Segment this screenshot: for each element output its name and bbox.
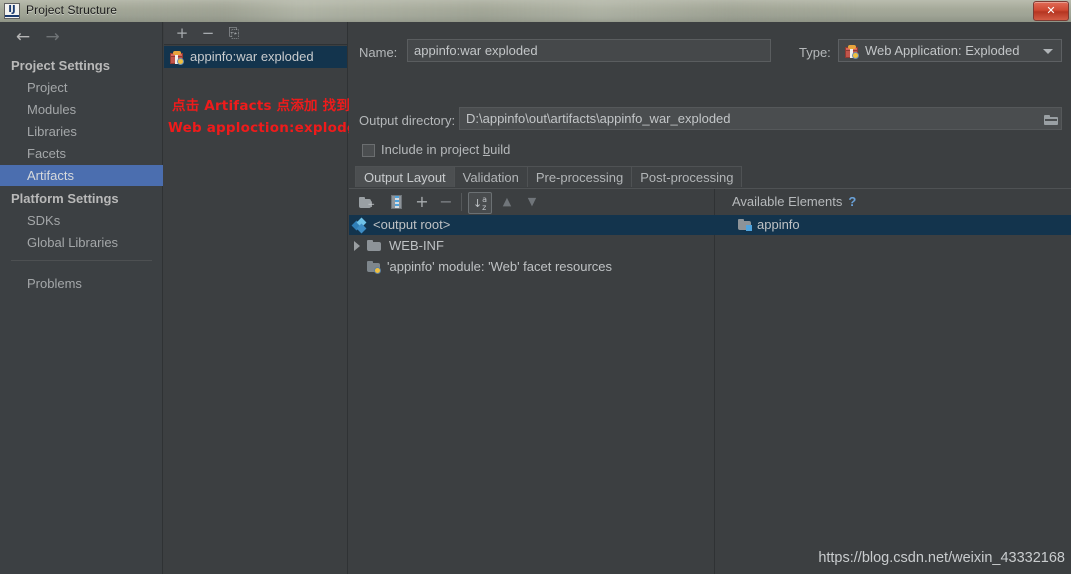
tab-pre-processing[interactable]: Pre-processing	[526, 166, 633, 187]
help-icon[interactable]: ?	[848, 194, 856, 209]
annotation-step-1: 点击 Artifacts 点添加 找到	[172, 98, 351, 114]
output-layout-toolbar: + + − ↓a z ▲ ▼ Available Elements?	[349, 189, 1071, 215]
artifact-list-item[interactable]: appinfo:war exploded	[164, 46, 347, 68]
artifact-type-value: Web Application: Exploded	[865, 43, 1020, 58]
tree-row-module-facet-resources[interactable]: 'appinfo' module: 'Web' facet resources	[349, 257, 612, 277]
sidebar-item-global-libraries[interactable]: Global Libraries	[0, 232, 163, 253]
available-element-row-appinfo[interactable]: appinfo	[715, 215, 1071, 235]
window-body: ← → Project Settings Project Modules Lib…	[0, 22, 1071, 574]
sidebar-divider	[11, 260, 152, 261]
tree-row-label: <output root>	[373, 217, 451, 232]
module-icon	[738, 219, 753, 232]
type-label: Type:	[799, 45, 831, 60]
output-directory-label: Output directory:	[359, 113, 456, 128]
sidebar-item-artifacts[interactable]: Artifacts	[0, 165, 163, 186]
available-elements-title: Available Elements	[732, 194, 843, 209]
remove-artifact-button[interactable]: −	[198, 24, 218, 43]
back-icon[interactable]: ←	[10, 26, 36, 48]
include-in-project-build-label: Include in project build	[381, 142, 511, 157]
copy-artifact-button[interactable]: ⎘	[224, 24, 244, 43]
available-elements-tree: appinfo	[715, 215, 1071, 574]
artifact-list-item-label: appinfo:war exploded	[190, 49, 314, 64]
window-titlebar: IJ Project Structure ✕	[0, 0, 1071, 22]
module-facet-icon	[367, 261, 382, 274]
close-icon[interactable]: ✕	[1033, 1, 1069, 21]
tree-row-label: WEB-INF	[389, 238, 444, 253]
remove-icon[interactable]: −	[435, 192, 457, 212]
sidebar-item-modules[interactable]: Modules	[0, 99, 163, 120]
settings-sidebar: ← → Project Settings Project Modules Lib…	[0, 22, 163, 574]
add-icon[interactable]: +	[411, 192, 433, 212]
sidebar-item-problems[interactable]: Problems	[0, 273, 163, 294]
chevron-right-icon[interactable]	[354, 241, 360, 251]
name-input[interactable]: appinfo:war exploded	[407, 39, 771, 62]
available-elements-header: Available Elements?	[715, 189, 1071, 215]
watermark-url: https://blog.csdn.net/weixin_43332168	[818, 550, 1065, 566]
output-layout-tree: <output root> WEB-INF 'appinfo' module: …	[349, 215, 738, 574]
tree-row-output-root[interactable]: <output root>	[349, 215, 738, 235]
folder-icon	[367, 240, 382, 252]
folder-browse-icon[interactable]	[1041, 109, 1063, 129]
forward-icon[interactable]: →	[40, 26, 66, 48]
artifacts-toolbar: + − ⎘	[164, 22, 347, 45]
add-artifact-button[interactable]: +	[172, 24, 192, 43]
sidebar-group-project-settings: Project Settings	[11, 58, 110, 73]
artifact-war-icon	[170, 51, 184, 65]
sidebar-nav-arrows: ← →	[10, 26, 150, 50]
chevron-down-icon[interactable]	[1043, 49, 1053, 54]
sidebar-item-facets[interactable]: Facets	[0, 143, 163, 164]
move-up-icon[interactable]: ▲	[496, 192, 518, 212]
detail-tabs: Output Layout Validation Pre-processing Pos…	[355, 166, 743, 187]
tab-post-processing[interactable]: Post-processing	[631, 166, 743, 187]
available-element-label: appinfo	[757, 217, 800, 232]
artifact-war-icon	[845, 45, 859, 59]
project-structure-window: IJ Project Structure ✕ ← → Project Setti…	[0, 0, 1071, 574]
artifact-detail-panel: Name: appinfo:war exploded Type: Web App…	[349, 22, 1071, 574]
artifact-type-select[interactable]: Web Application: Exploded	[838, 39, 1062, 62]
output-directory-input[interactable]: D:\appinfo\out\artifacts\appinfo_war_exp…	[459, 107, 1062, 130]
tab-validation[interactable]: Validation	[453, 166, 528, 187]
output-layout-panel: + + − ↓a z ▲ ▼ Available Elements? <outp…	[349, 188, 1071, 574]
sidebar-item-sdks[interactable]: SDKs	[0, 210, 163, 231]
sidebar-item-libraries[interactable]: Libraries	[0, 121, 163, 142]
sort-alphabetically-icon[interactable]: ↓a z	[468, 192, 492, 214]
name-label: Name:	[359, 45, 398, 60]
titlebar-blurred-background	[0, 0, 1071, 22]
annotation-step-2: Web apploction:exploded	[168, 120, 367, 136]
checkbox-box[interactable]	[362, 144, 375, 157]
output-root-icon	[351, 217, 367, 234]
sidebar-item-project[interactable]: Project	[0, 77, 163, 98]
tab-output-layout[interactable]: Output Layout	[355, 166, 455, 187]
window-title: Project Structure	[26, 3, 118, 17]
new-folder-icon[interactable]: +	[356, 192, 378, 212]
move-down-icon[interactable]: ▼	[521, 192, 543, 212]
toolbar-divider	[461, 193, 462, 211]
intellij-idea-icon: IJ	[4, 3, 20, 19]
sidebar-group-platform-settings: Platform Settings	[11, 191, 119, 206]
tree-row-label: 'appinfo' module: 'Web' facet resources	[387, 259, 613, 274]
create-archive-icon[interactable]	[385, 192, 407, 212]
tree-row-web-inf[interactable]: WEB-INF	[349, 236, 444, 256]
